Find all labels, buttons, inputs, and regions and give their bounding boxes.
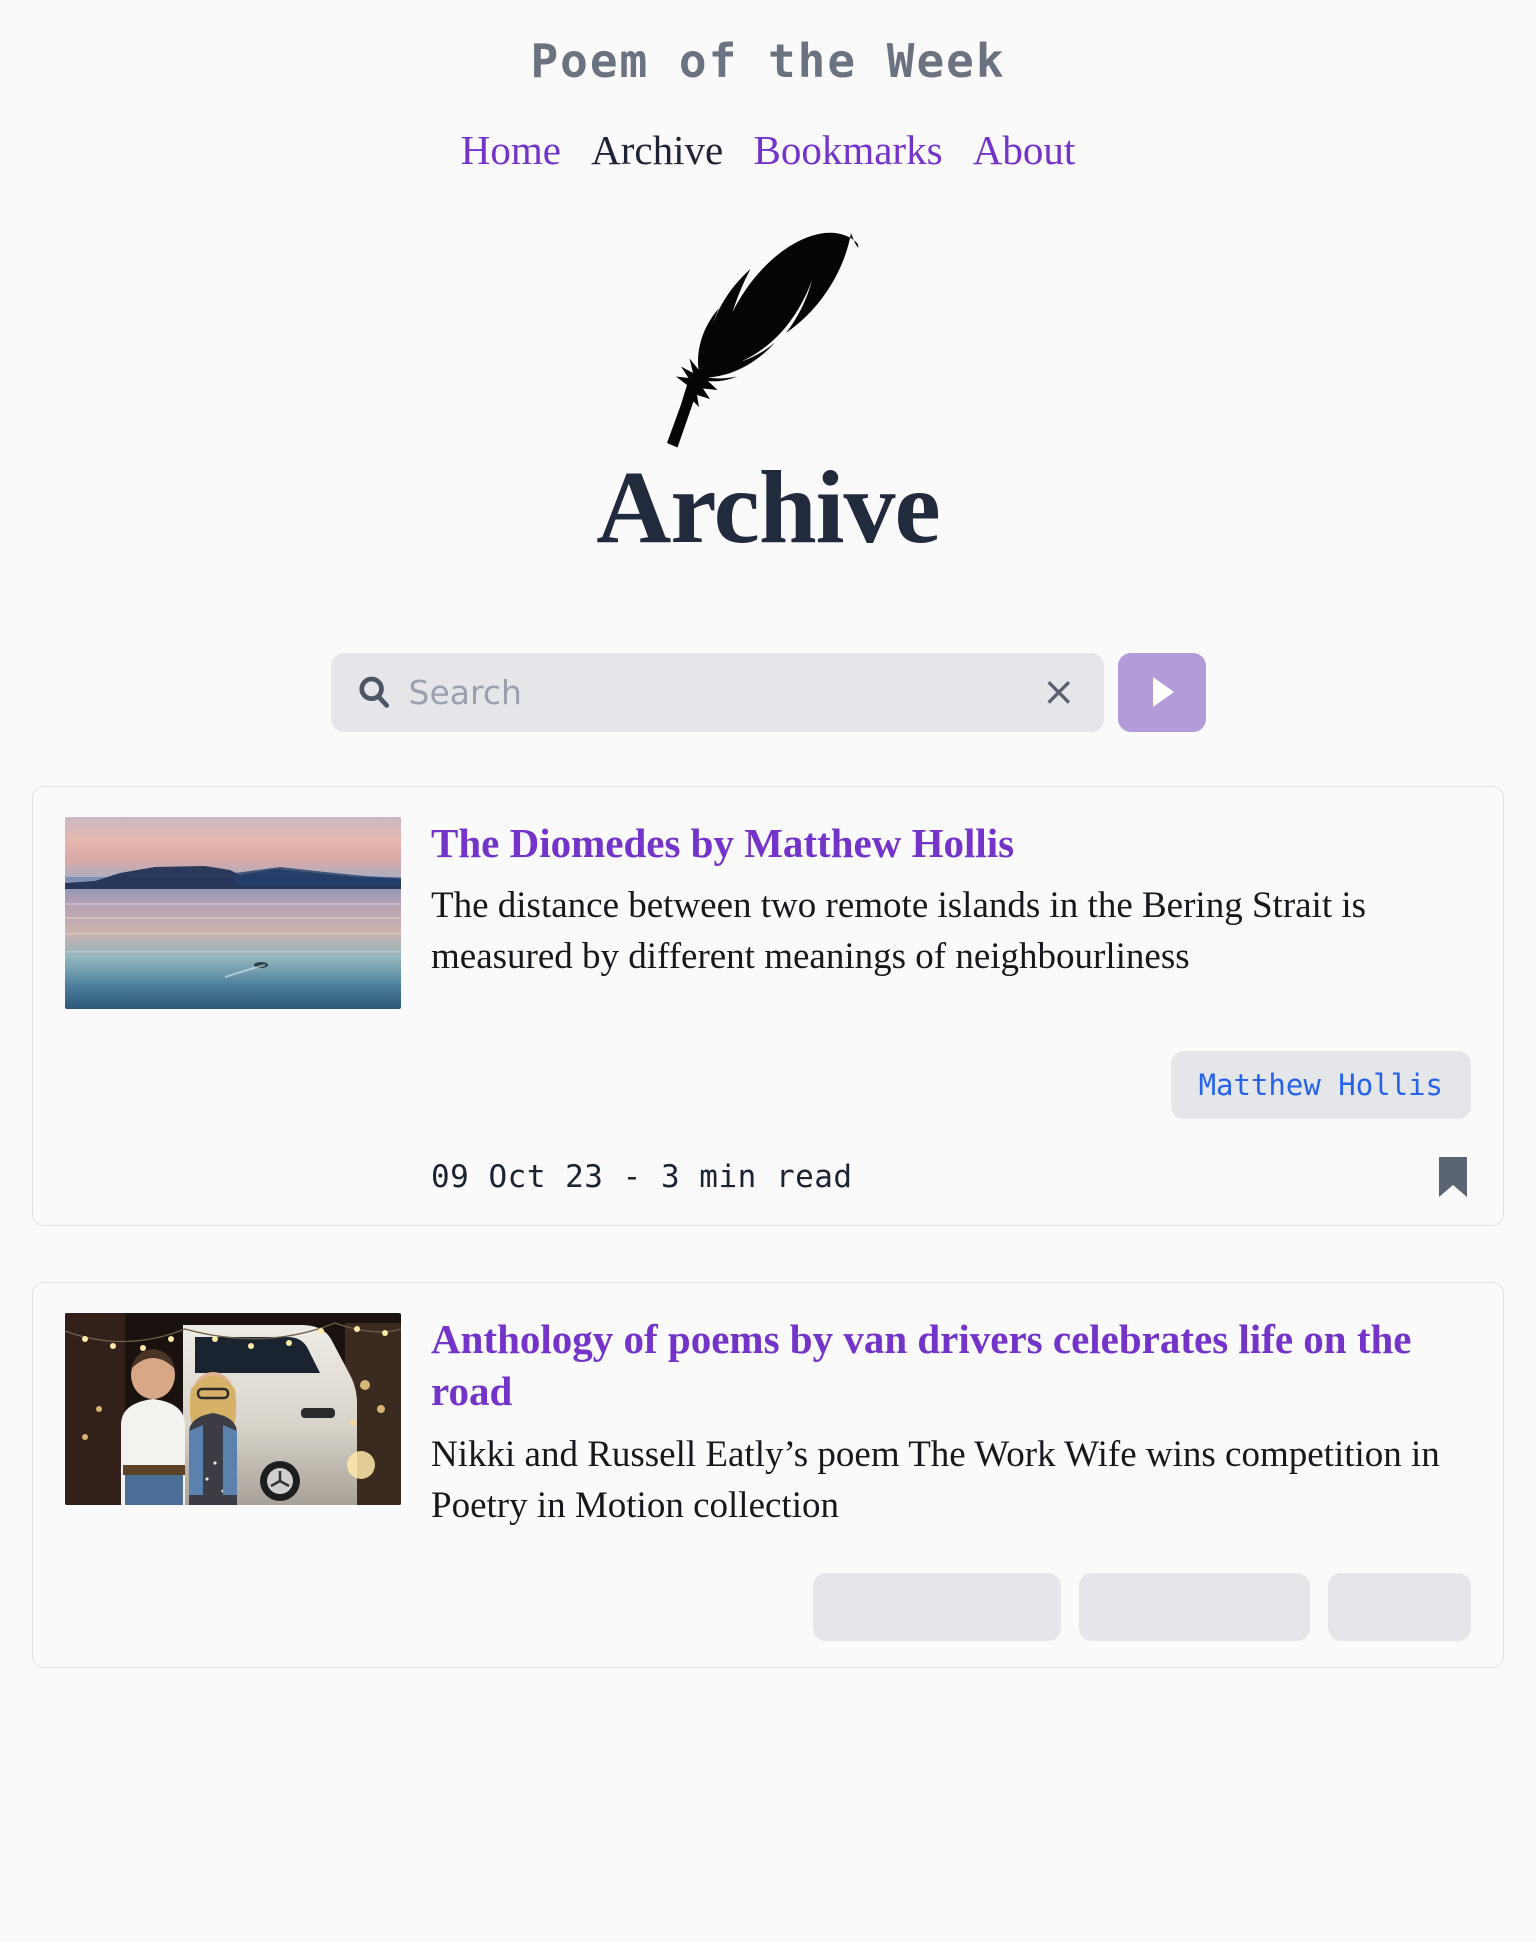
bookmark-button[interactable] xyxy=(1435,1155,1471,1199)
nav-item-home[interactable]: Home xyxy=(461,129,561,171)
card-thumbnail xyxy=(65,1312,401,1505)
search-input[interactable] xyxy=(392,671,1038,713)
sunset-seascape-image xyxy=(65,816,401,1009)
archive-card[interactable]: The Diomedes by Matthew Hollis The dista… xyxy=(32,785,1504,1226)
card-tag[interactable] xyxy=(1079,1573,1310,1642)
search-bar: × xyxy=(0,652,1536,732)
search-icon xyxy=(355,673,393,711)
card-description: The distance between two remote islands … xyxy=(431,885,1367,978)
feather-icon xyxy=(666,232,858,448)
card-date: 09 Oct 23 - 3 min read xyxy=(431,1158,853,1195)
archive-page: Poem of the Week Home Archive Bookmarks … xyxy=(0,0,1536,1942)
card-tag[interactable]: Matthew Hollis xyxy=(1170,1050,1471,1119)
nav-item-archive[interactable]: Archive xyxy=(591,129,723,171)
card-title-link[interactable]: The Diomedes by Matthew Hollis xyxy=(431,817,1471,869)
search-box[interactable]: × xyxy=(330,652,1104,732)
card-title-link[interactable]: Anthology of poems by van drivers celebr… xyxy=(431,1313,1471,1418)
main-navigation: Home Archive Bookmarks About xyxy=(0,129,1536,171)
card-description: Nikki and Russell Eatly’s poem The Work … xyxy=(431,1433,1440,1526)
card-tag-list: Matthew Hollis xyxy=(65,1050,1471,1119)
card-tag[interactable] xyxy=(813,1573,1062,1642)
clear-search-button[interactable]: × xyxy=(1038,672,1080,712)
card-thumbnail xyxy=(65,816,401,1009)
search-submit-button[interactable] xyxy=(1117,652,1206,732)
play-icon xyxy=(1152,677,1174,708)
archive-card[interactable]: Anthology of poems by van drivers celebr… xyxy=(32,1281,1504,1669)
van-drivers-night-image xyxy=(65,1312,401,1505)
nav-item-bookmarks[interactable]: Bookmarks xyxy=(753,129,942,171)
page-title: Archive xyxy=(596,449,940,565)
bookmark-icon xyxy=(1439,1156,1467,1197)
site-logo xyxy=(0,223,1536,448)
site-title: Poem of the Week xyxy=(530,34,1006,88)
archive-card-list: The Diomedes by Matthew Hollis The dista… xyxy=(0,785,1536,1669)
nav-item-about[interactable]: About xyxy=(973,129,1076,171)
card-tag[interactable] xyxy=(1327,1573,1471,1642)
card-footer: 09 Oct 23 - 3 min read xyxy=(65,1155,1471,1199)
card-tag-list xyxy=(65,1573,1471,1642)
